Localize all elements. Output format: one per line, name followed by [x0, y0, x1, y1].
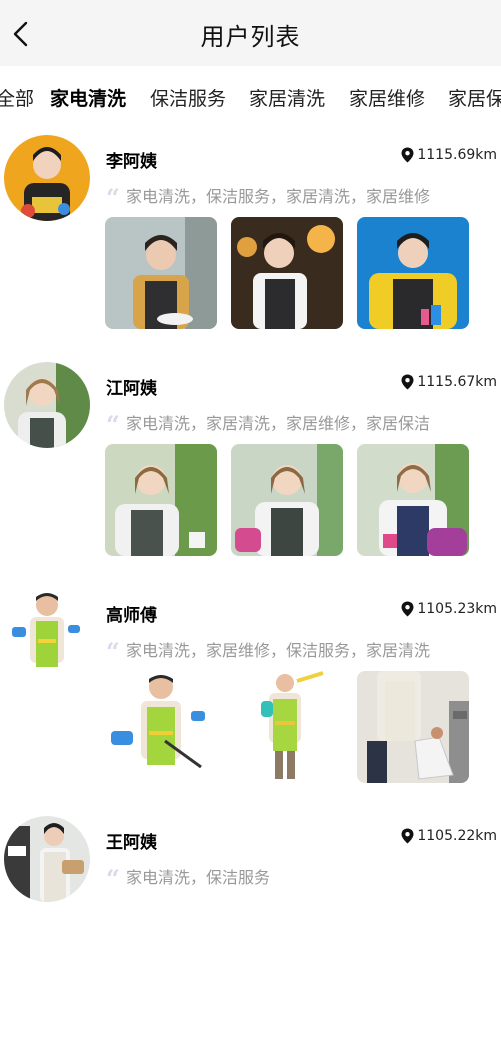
- quote-icon: “: [106, 637, 120, 666]
- work-photo[interactable]: [357, 671, 469, 783]
- worker-card[interactable]: 李阿姨 1115.69km “ 家电清洗，保洁服务，家居清洗，家居维修: [0, 135, 501, 362]
- service-text: 家电清洗，保洁服务，家居清洗，家居维修: [126, 187, 431, 206]
- work-photo[interactable]: [231, 671, 343, 783]
- distance-value: 1115.69km: [417, 147, 497, 163]
- service-list: “ 家电清洗，家居清洗，家居维修，家居保洁: [106, 410, 456, 439]
- worker-name: 江阿姨: [106, 379, 157, 399]
- distance-value: 1115.67km: [417, 374, 497, 390]
- tab-housekeeping[interactable]: 保洁服务: [150, 84, 226, 111]
- tab-appliance-cleaning[interactable]: 家电清洗: [50, 84, 126, 111]
- tab-home-keeping[interactable]: 家居保洁: [448, 84, 501, 111]
- quote-icon: “: [106, 864, 120, 893]
- worker-card[interactable]: 江阿姨 1115.67km “ 家电清洗，家居清洗，家居维修，家居保洁: [0, 362, 501, 589]
- location-pin-icon: [401, 828, 414, 844]
- location-pin-icon: [401, 374, 414, 390]
- service-text: 家电清洗，家居维修，保洁服务，家居清洗: [126, 641, 431, 660]
- work-photo[interactable]: [357, 217, 469, 329]
- avatar: [4, 362, 90, 448]
- service-list: “ 家电清洗，保洁服务: [106, 864, 456, 893]
- service-list: “ 家电清洗，保洁服务，家居清洗，家居维修: [106, 183, 456, 212]
- page-title: 用户列表: [200, 23, 301, 51]
- tab-home-cleaning[interactable]: 家居清洗: [249, 84, 325, 111]
- category-tabs: 全部 家电清洗 保洁服务 家居清洗 家居维修 家居保洁: [0, 70, 501, 122]
- service-list: “ 家电清洗，家居维修，保洁服务，家居清洗: [106, 637, 456, 666]
- app-header: 用户列表: [0, 0, 501, 66]
- distance: 1115.67km: [401, 374, 497, 390]
- worker-name: 高师傅: [106, 606, 157, 626]
- work-photo[interactable]: [105, 217, 217, 329]
- work-photo[interactable]: [357, 444, 469, 556]
- location-pin-icon: [401, 147, 414, 163]
- avatar: [4, 816, 90, 902]
- avatar: [4, 589, 90, 675]
- distance: 1105.22km: [401, 828, 497, 844]
- tab-home-repair[interactable]: 家居维修: [349, 84, 425, 111]
- work-photo[interactable]: [105, 444, 217, 556]
- distance: 1115.69km: [401, 147, 497, 163]
- worker-card[interactable]: 高师傅 1105.23km “ 家电清洗，家居维修，保洁服务，家居清洗: [0, 589, 501, 816]
- location-pin-icon: [401, 601, 414, 617]
- tab-all[interactable]: 全部: [0, 84, 34, 111]
- worker-name: 王阿姨: [106, 833, 157, 853]
- distance-value: 1105.23km: [417, 601, 497, 617]
- distance-value: 1105.22km: [417, 828, 497, 844]
- worker-name: 李阿姨: [106, 152, 157, 172]
- work-photo[interactable]: [105, 671, 217, 783]
- quote-icon: “: [106, 410, 120, 439]
- distance: 1105.23km: [401, 601, 497, 617]
- avatar: [4, 135, 90, 221]
- service-text: 家电清洗，家居清洗，家居维修，家居保洁: [126, 414, 431, 433]
- worker-card[interactable]: 王阿姨 1105.22km “ 家电清洗，保洁服务: [0, 816, 501, 1043]
- service-text: 家电清洗，保洁服务: [126, 868, 271, 887]
- work-photo[interactable]: [231, 444, 343, 556]
- quote-icon: “: [106, 183, 120, 212]
- work-photo[interactable]: [231, 217, 343, 329]
